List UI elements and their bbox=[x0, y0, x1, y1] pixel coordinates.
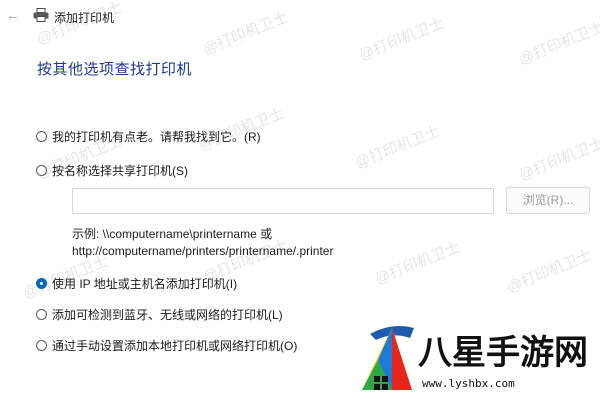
option-label: 添加可检测到蓝牙、无线或网络的打印机(L) bbox=[52, 308, 283, 322]
radio-button[interactable] bbox=[36, 309, 47, 320]
watermark: @打印机卫士 bbox=[352, 122, 443, 173]
site-logo: 八星手游网 www.lyshbx.com bbox=[352, 320, 600, 394]
site-logo-graphic: 八星手游网 www.lyshbx.com bbox=[362, 326, 588, 390]
option-manual-local-network[interactable]: 通过手动设置添加本地打印机或网络打印机(O) bbox=[36, 337, 297, 354]
option-label: 使用 IP 地址或主机名添加打印机(I) bbox=[52, 277, 238, 291]
option-label: 按名称选择共享打印机(S) bbox=[52, 164, 188, 178]
watermark: @打印机卫士 bbox=[372, 238, 463, 289]
radio-button[interactable] bbox=[36, 340, 47, 351]
page-heading: 按其他选项查找打印机 bbox=[37, 61, 193, 78]
window-title: 添加打印机 bbox=[54, 11, 115, 25]
option-shared-by-name[interactable]: 按名称选择共享打印机(S) bbox=[36, 162, 188, 179]
example-line-1: 示例: \\computername\printername 或 bbox=[72, 227, 273, 241]
option-ip-or-hostname[interactable]: 使用 IP 地址或主机名添加打印机(I) bbox=[36, 275, 237, 292]
radio-button[interactable] bbox=[36, 131, 47, 142]
browse-button[interactable]: 浏览(R)... bbox=[506, 187, 590, 214]
site-logo-name: 八星手游网 bbox=[418, 333, 588, 373]
watermark: @打印机卫士 bbox=[504, 246, 595, 297]
option-label: 我的打印机有点老。请帮我找到它。(R) bbox=[52, 130, 261, 144]
title-bar: ← 添加打印机 bbox=[0, 0, 600, 34]
back-arrow-icon[interactable]: ← bbox=[6, 8, 20, 22]
watermark: @打印机卫士 bbox=[516, 134, 600, 185]
shared-printer-name-input[interactable] bbox=[72, 188, 494, 214]
option-label: 通过手动设置添加本地打印机或网络打印机(O) bbox=[52, 339, 298, 353]
radio-button[interactable] bbox=[36, 165, 47, 176]
option-old-printer[interactable]: 我的打印机有点老。请帮我找到它。(R) bbox=[36, 128, 261, 145]
radio-button-selected[interactable] bbox=[36, 278, 47, 289]
printer-icon bbox=[33, 8, 49, 22]
example-text: 示例: \\computername\printername 或 http://… bbox=[72, 226, 333, 260]
example-line-2: http://computername/printers/printername… bbox=[72, 244, 334, 258]
option-bluetooth-wireless-network[interactable]: 添加可检测到蓝牙、无线或网络的打印机(L) bbox=[36, 306, 283, 323]
site-logo-url: www.lyshbx.com bbox=[422, 377, 515, 390]
